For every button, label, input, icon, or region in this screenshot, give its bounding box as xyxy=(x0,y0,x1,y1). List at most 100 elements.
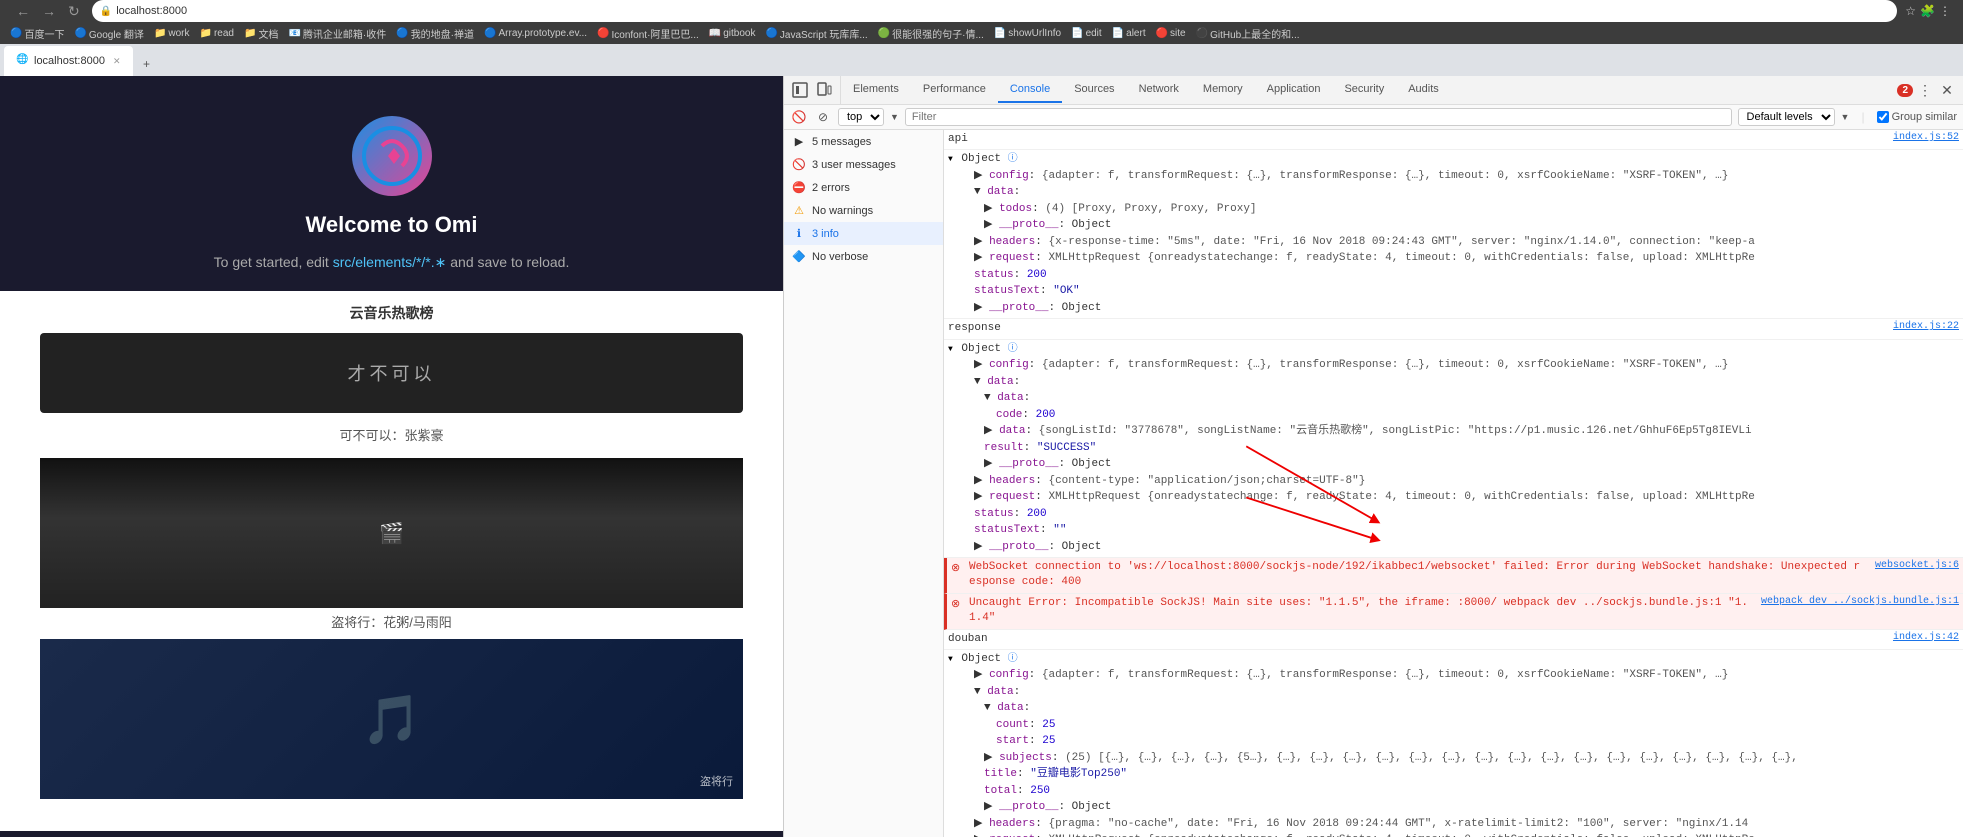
bookmark-google[interactable]: 🔵Google 翻译 xyxy=(70,25,147,42)
tab-performance[interactable]: Performance xyxy=(911,77,998,103)
console-filter-icon[interactable]: ⊘ xyxy=(814,108,832,126)
movie-poster: 🎵 盗将行 xyxy=(40,639,743,799)
tab-application[interactable]: Application xyxy=(1255,77,1333,103)
api-object-header[interactable]: ▼ Object ⓘ xyxy=(948,152,1959,167)
new-tab-button[interactable]: + xyxy=(133,52,161,76)
bookmark-github[interactable]: ⚫GitHub上最全的和... xyxy=(1192,25,1304,42)
bookmark-iconfont[interactable]: 🔴Iconfont·阿里巴巴... xyxy=(593,25,703,42)
res-code-row: code: 200 xyxy=(960,407,1959,424)
api-file[interactable]: index.js:52 xyxy=(1885,132,1959,143)
music-list-section: 云音乐热歌榜 才不可以 可不可以：张紫豪 🎬 xyxy=(0,291,783,831)
douban-object-info-icon: ⓘ xyxy=(1008,654,1018,665)
response-file[interactable]: index.js:22 xyxy=(1885,321,1959,332)
response-object-header[interactable]: ▼ Object ⓘ xyxy=(948,342,1959,357)
music-section-title: 云音乐热歌榜 xyxy=(40,303,743,323)
douban-object-label: Object xyxy=(961,653,1007,665)
console-clear-button[interactable]: 🚫 xyxy=(790,108,808,126)
sockjs-error-content: Uncaught Error: Incompatible SockJS! Mai… xyxy=(969,596,1749,627)
url-bar[interactable]: 🔒 localhost:8000 xyxy=(92,0,1898,22)
sockjs-file[interactable]: webpack dev ../sockjs.bundle.js:1 xyxy=(1753,596,1959,607)
bookmark-my[interactable]: 🔵我的地盘·禅道 xyxy=(392,25,478,42)
devtools-tabs: Elements Performance Console Sources Net… xyxy=(841,77,1891,103)
bookmark-edit[interactable]: 📄edit xyxy=(1067,27,1106,40)
edit-text-after: and save to reload. xyxy=(446,254,569,270)
response-object-info-icon: ⓘ xyxy=(1008,344,1018,355)
response-object-label: Object xyxy=(961,343,1007,355)
bookmark-tencent[interactable]: 📧腾讯企业邮箱·收件 xyxy=(284,25,390,42)
tab-network[interactable]: Network xyxy=(1127,77,1191,103)
api-statustext-row: statusText: "OK" xyxy=(960,283,1959,300)
tab-console[interactable]: Console xyxy=(998,77,1062,103)
db-title-row: title: "豆瓣电影Top250" xyxy=(960,766,1959,783)
bookmark-read[interactable]: 📁read xyxy=(196,27,238,40)
db-data-row: ▼ data: xyxy=(960,684,1959,701)
tab-security[interactable]: Security xyxy=(1332,77,1396,103)
error-badge: 2 xyxy=(1897,84,1913,97)
douban-file[interactable]: index.js:42 xyxy=(1885,632,1959,643)
console-entry-websocket-error: ⊗ WebSocket connection to 'ws://localhos… xyxy=(944,558,1963,594)
res-result-row: result: "SUCCESS" xyxy=(960,440,1959,457)
bookmark-js[interactable]: 🔵JavaScript 玩库库... xyxy=(761,25,871,42)
inspect-element-button[interactable] xyxy=(790,80,810,100)
movie-poster-icon: 🎵 xyxy=(362,691,422,748)
websocket-error-content: WebSocket connection to 'ws://localhost:… xyxy=(969,560,1863,591)
api-status-row: status: 200 xyxy=(960,267,1959,284)
bookmark-showurl[interactable]: 📄showUrlInfo xyxy=(990,27,1065,40)
res-proto-row: ▶ __proto__: Object xyxy=(960,456,1959,473)
device-toolbar-button[interactable] xyxy=(814,80,834,100)
db-data2-row: ▼ data: xyxy=(960,700,1959,717)
extension-icon[interactable]: 🧩 xyxy=(1920,4,1935,18)
devtools-close-button[interactable]: ✕ xyxy=(1937,80,1957,100)
douban-object-header[interactable]: ▼ Object ⓘ xyxy=(948,652,1959,667)
res-proto2-row: ▶ __proto__: Object xyxy=(960,539,1959,556)
tab-sources[interactable]: Sources xyxy=(1062,77,1126,103)
reload-button[interactable]: ↻ xyxy=(64,1,84,22)
bookmark-alert[interactable]: 📄alert xyxy=(1108,27,1150,40)
bookmark-docs[interactable]: 📁文档 xyxy=(240,25,282,42)
tab-memory[interactable]: Memory xyxy=(1191,77,1255,103)
errors-label: 2 errors xyxy=(812,182,850,194)
edit-instruction: To get started, edit src/elements/*/*.∗ … xyxy=(214,254,570,271)
sidebar-all-messages[interactable]: ▶ 5 messages xyxy=(784,130,943,153)
devtools-settings-button[interactable]: ⋮ xyxy=(1915,80,1935,100)
console-entry-sockjs-error: ⊗ Uncaught Error: Incompatible SockJS! M… xyxy=(944,594,1963,630)
all-messages-label: 5 messages xyxy=(812,136,871,148)
console-context-select[interactable]: top xyxy=(838,108,884,126)
devtools-toolbar: Elements Performance Console Sources Net… xyxy=(784,76,1963,105)
response-triangle-icon: ▼ xyxy=(948,344,953,355)
sidebar-verbose[interactable]: 🔷 No verbose xyxy=(784,245,943,268)
tab-elements[interactable]: Elements xyxy=(841,77,911,103)
bookmark-array[interactable]: 🔵Array.prototype.ev... xyxy=(480,27,591,40)
bookmark-baidu[interactable]: 🔵百度一下 xyxy=(6,25,68,42)
sidebar-info[interactable]: ℹ 3 info xyxy=(784,222,943,245)
filter-input[interactable] xyxy=(905,108,1732,126)
menu-icon[interactable]: ⋮ xyxy=(1939,4,1951,18)
forward-button[interactable]: → xyxy=(38,1,60,21)
edit-link[interactable]: src/elements/*/*.∗ xyxy=(333,254,447,270)
db-proto-row: ▶ __proto__: Object xyxy=(960,799,1959,816)
back-button[interactable]: ← xyxy=(12,1,34,21)
sidebar-errors[interactable]: ⛔ 2 errors xyxy=(784,176,943,199)
api-proto2-row: ▶ __proto__: Object xyxy=(960,300,1959,317)
console-entry-douban: douban index.js:42 xyxy=(944,630,1963,650)
movie-poster-content: 🎵 盗将行 xyxy=(40,639,743,799)
tab-audits[interactable]: Audits xyxy=(1396,77,1451,103)
group-similar-label[interactable]: Group similar xyxy=(1877,111,1957,123)
websocket-file[interactable]: websocket.js:6 xyxy=(1867,560,1959,571)
bookmark-site[interactable]: 🔴site xyxy=(1152,27,1190,40)
console-entry-api-content: api xyxy=(948,132,1881,147)
api-data-row: ▼ data: xyxy=(960,184,1959,201)
sidebar-warnings[interactable]: ⚠ No warnings xyxy=(784,199,943,222)
star-icon[interactable]: ☆ xyxy=(1905,4,1916,18)
edit-text-before: To get started, edit xyxy=(214,254,333,270)
group-similar-checkbox[interactable] xyxy=(1877,111,1889,123)
bookmark-work[interactable]: 📁work xyxy=(150,27,194,40)
console-main: api index.js:52 ▼ Object ⓘ ▶ config: {ad… xyxy=(944,130,1963,837)
levels-select[interactable]: Default levels xyxy=(1738,108,1835,126)
active-tab[interactable]: 🌐 localhost:8000 ✕ xyxy=(4,46,133,76)
movie-image: 🎬 xyxy=(40,458,743,608)
tab-close-button[interactable]: ✕ xyxy=(113,56,121,67)
sidebar-user-messages[interactable]: 🚫 3 user messages xyxy=(784,153,943,176)
bookmark-gitbook[interactable]: 📖gitbook xyxy=(705,27,760,40)
bookmark-quotes[interactable]: 🟢很能很强的句子·情... xyxy=(874,25,988,42)
